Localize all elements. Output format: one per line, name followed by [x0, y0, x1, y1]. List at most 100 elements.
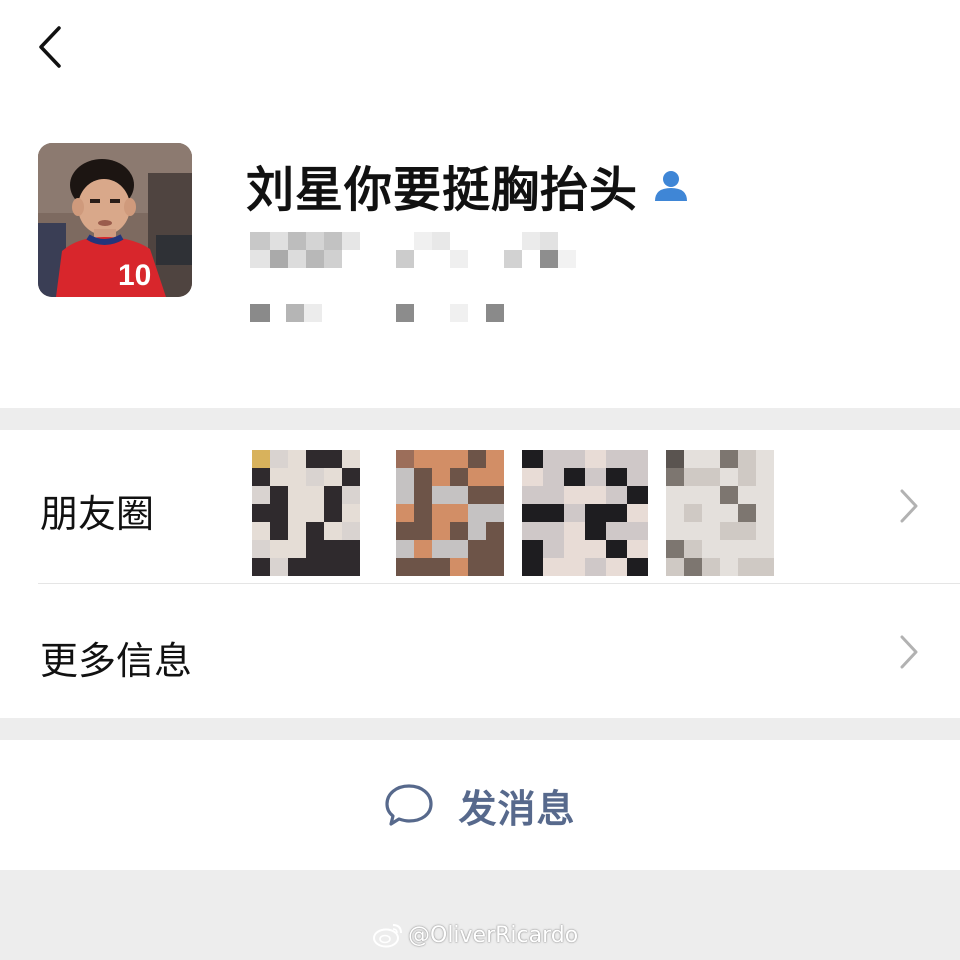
thumbnail-pixel: [342, 522, 360, 540]
thumbnail-pixel: [606, 540, 627, 558]
contact-person-icon: [652, 168, 690, 202]
thumbnail-pixel: [738, 522, 756, 540]
thumbnail-pixel: [564, 486, 585, 504]
thumbnail-pixel: [270, 486, 288, 504]
back-button[interactable]: [30, 24, 70, 70]
thumbnail-pixel: [606, 450, 627, 468]
thumbnail-pixel: [252, 522, 270, 540]
thumbnail-pixel: [606, 486, 627, 504]
chevron-right-icon: [900, 489, 918, 523]
thumbnail-pixel: [414, 468, 432, 486]
thumbnail-pixel: [252, 558, 270, 576]
thumbnail-pixel: [486, 522, 504, 540]
more-info-label: 更多信息: [40, 639, 193, 683]
thumbnail-pixel: [270, 504, 288, 522]
send-message-button[interactable]: 发消息: [0, 740, 960, 870]
moments-thumbnail: [522, 450, 648, 576]
svg-text:10: 10: [118, 259, 151, 292]
thumbnail-pixel: [585, 540, 606, 558]
thumbnail-pixel: [522, 522, 543, 540]
thumbnail-pixel: [606, 504, 627, 522]
thumbnail-pixel: [738, 450, 756, 468]
thumbnail-pixel: [252, 486, 270, 504]
thumbnail-pixel: [738, 486, 756, 504]
chevron-left-icon: [39, 26, 61, 68]
thumbnail-pixel: [450, 486, 468, 504]
thumbnail-pixel: [564, 540, 585, 558]
thumbnail-pixel: [432, 558, 450, 576]
weibo-icon: [373, 924, 402, 948]
thumbnail-pixel: [288, 540, 306, 558]
thumbnail-pixel: [324, 558, 342, 576]
thumbnail-pixel: [306, 486, 324, 504]
thumbnail-pixel: [684, 486, 702, 504]
thumbnail-pixel: [414, 522, 432, 540]
thumbnail-pixel: [396, 468, 414, 486]
more-info-row[interactable]: 更多信息: [0, 584, 960, 718]
thumbnail-pixel: [564, 450, 585, 468]
thumbnail-pixel: [306, 468, 324, 486]
thumbnail-pixel: [543, 558, 564, 576]
thumbnail-pixel: [666, 450, 684, 468]
thumbnail-pixel: [342, 468, 360, 486]
thumbnail-pixel: [270, 522, 288, 540]
thumbnail-pixel: [564, 504, 585, 522]
thumbnail-pixel: [627, 468, 648, 486]
thumbnail-pixel: [324, 468, 342, 486]
thumbnail-pixel: [252, 540, 270, 558]
thumbnail-pixel: [342, 486, 360, 504]
thumbnail-pixel: [324, 450, 342, 468]
thumbnail-pixel: [627, 540, 648, 558]
thumbnail-pixel: [396, 450, 414, 468]
thumbnail-pixel: [756, 504, 774, 522]
thumbnail-pixel: [684, 468, 702, 486]
thumbnail-pixel: [468, 540, 486, 558]
thumbnail-pixel: [627, 522, 648, 540]
thumbnail-pixel: [684, 450, 702, 468]
thumbnail-pixel: [564, 522, 585, 540]
avatar[interactable]: 10: [38, 143, 192, 297]
thumbnail-pixel: [627, 486, 648, 504]
info-list: 朋友圈 更多信息: [0, 430, 960, 718]
thumbnail-pixel: [270, 468, 288, 486]
thumbnail-pixel: [252, 450, 270, 468]
thumbnail-pixel: [585, 468, 606, 486]
thumbnail-pixel: [486, 486, 504, 504]
thumbnail-pixel: [432, 522, 450, 540]
thumbnail-pixel: [306, 522, 324, 540]
thumbnail-pixel: [585, 486, 606, 504]
thumbnail-pixel: [756, 450, 774, 468]
thumbnail-pixel: [324, 504, 342, 522]
thumbnail-pixel: [486, 504, 504, 522]
thumbnail-pixel: [306, 558, 324, 576]
thumbnail-pixel: [450, 468, 468, 486]
thumbnail-pixel: [522, 468, 543, 486]
thumbnail-pixel: [606, 522, 627, 540]
thumbnail-pixel: [684, 504, 702, 522]
watermark: @OliverRicardo: [372, 922, 578, 948]
thumbnail-pixel: [432, 504, 450, 522]
thumbnail-pixel: [543, 468, 564, 486]
thumbnail-pixel: [756, 468, 774, 486]
thumbnail-pixel: [720, 468, 738, 486]
thumbnail-pixel: [288, 558, 306, 576]
thumbnail-pixel: [720, 486, 738, 504]
thumbnail-pixel: [543, 450, 564, 468]
thumbnail-pixel: [252, 504, 270, 522]
thumbnail-pixel: [606, 558, 627, 576]
nickname: 刘星你要挺胸抬头: [246, 150, 690, 220]
thumbnail-pixel: [543, 504, 564, 522]
thumbnail-pixel: [522, 450, 543, 468]
thumbnail-pixel: [432, 468, 450, 486]
moments-row[interactable]: 朋友圈: [0, 430, 960, 583]
thumbnail-pixel: [288, 522, 306, 540]
thumbnail-pixel: [543, 540, 564, 558]
thumbnail-pixel: [666, 468, 684, 486]
thumbnail-pixel: [270, 558, 288, 576]
thumbnail-pixel: [756, 558, 774, 576]
thumbnail-pixel: [414, 540, 432, 558]
chat-bubble-icon: [385, 784, 434, 826]
thumbnail-pixel: [414, 504, 432, 522]
thumbnail-pixel: [666, 504, 684, 522]
thumbnail-pixel: [738, 558, 756, 576]
